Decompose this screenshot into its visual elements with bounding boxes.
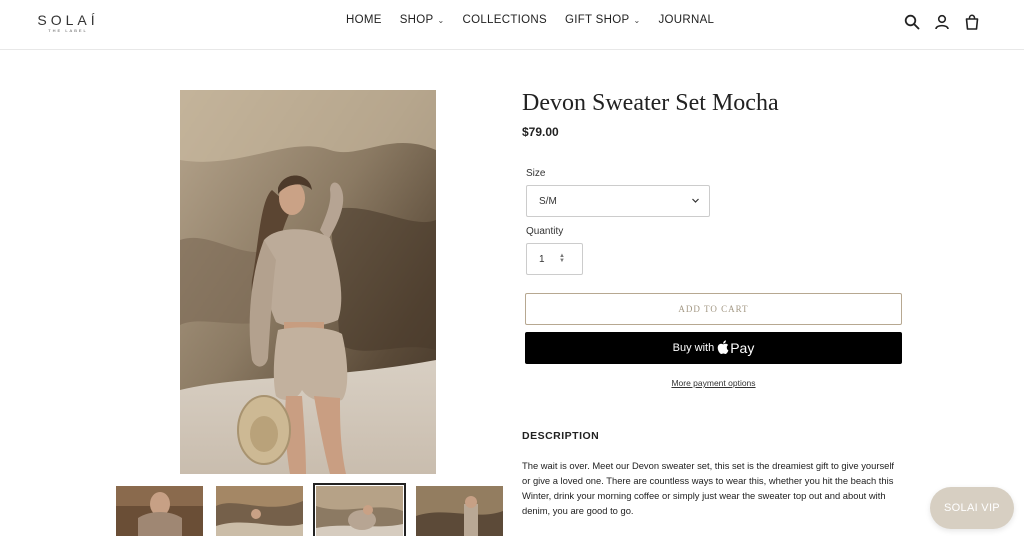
pay-label: Pay: [730, 340, 755, 356]
brand-logo[interactable]: SOLAÍ THE LABEL: [36, 12, 100, 34]
vip-button[interactable]: SOLAI VIP: [930, 487, 1014, 529]
chevron-down-icon: [691, 196, 700, 207]
add-to-cart-button[interactable]: ADD TO CART: [525, 293, 902, 325]
product-title: Devon Sweater Set Mocha: [522, 90, 779, 116]
apple-pay-button[interactable]: Buy with Pay: [525, 332, 902, 364]
chevron-down-icon: ⌄: [437, 15, 445, 25]
nav-journal-label: JOURNAL: [658, 14, 715, 26]
product-thumbnail-active[interactable]: [313, 483, 406, 536]
nav-shop[interactable]: SHOP ⌄: [400, 14, 445, 26]
nav-gift-shop-label: GIFT SHOP: [564, 14, 630, 26]
site-header: SOLAÍ THE LABEL HOME SHOP ⌄ COLLECTIONS G…: [0, 0, 1024, 50]
main-nav: HOME SHOP ⌄ COLLECTIONS GIFT SHOP ⌄ JOURNA…: [346, 14, 732, 26]
description-heading: DESCRIPTION: [522, 430, 600, 442]
product-thumbnail[interactable]: [216, 486, 303, 536]
nav-collections[interactable]: COLLECTIONS: [463, 14, 547, 26]
quantity-value: 1: [539, 253, 545, 265]
quantity-stepper[interactable]: 1 ▲ ▼: [526, 243, 583, 275]
nav-journal[interactable]: JOURNAL: [658, 14, 714, 26]
nav-collections-label: COLLECTIONS: [462, 14, 547, 26]
product-main-image[interactable]: [180, 90, 436, 474]
buy-with-label: Buy with: [672, 342, 715, 354]
nav-home-label: HOME: [346, 14, 382, 26]
product-thumbnail[interactable]: [416, 486, 503, 536]
description-text: The wait is over. Meet our Devon sweater…: [522, 460, 895, 516]
apple-icon: [717, 339, 729, 357]
product-thumbnails: [116, 483, 503, 536]
nav-home[interactable]: HOME: [346, 14, 382, 26]
product-thumbnail[interactable]: [116, 486, 203, 536]
nav-gift-shop[interactable]: GIFT SHOP ⌄: [565, 14, 640, 26]
cart-icon[interactable]: [964, 14, 980, 30]
more-payment-options-link[interactable]: More payment options: [525, 378, 902, 388]
nav-shop-label: SHOP: [399, 14, 434, 26]
size-select[interactable]: S/M: [526, 185, 710, 217]
stepper-arrows-icon[interactable]: ▲ ▼: [559, 253, 565, 264]
brand-name: SOLAÍ: [37, 12, 99, 28]
chevron-down-icon: ⌄: [633, 15, 641, 25]
search-icon[interactable]: [904, 14, 920, 30]
brand-tagline: THE LABEL: [48, 28, 88, 33]
size-select-value: S/M: [539, 195, 557, 207]
quantity-label: Quantity: [526, 226, 564, 237]
account-icon[interactable]: [934, 14, 950, 30]
product-price: $79.00: [522, 125, 559, 139]
header-icons: [904, 14, 980, 30]
size-label: Size: [526, 168, 546, 179]
